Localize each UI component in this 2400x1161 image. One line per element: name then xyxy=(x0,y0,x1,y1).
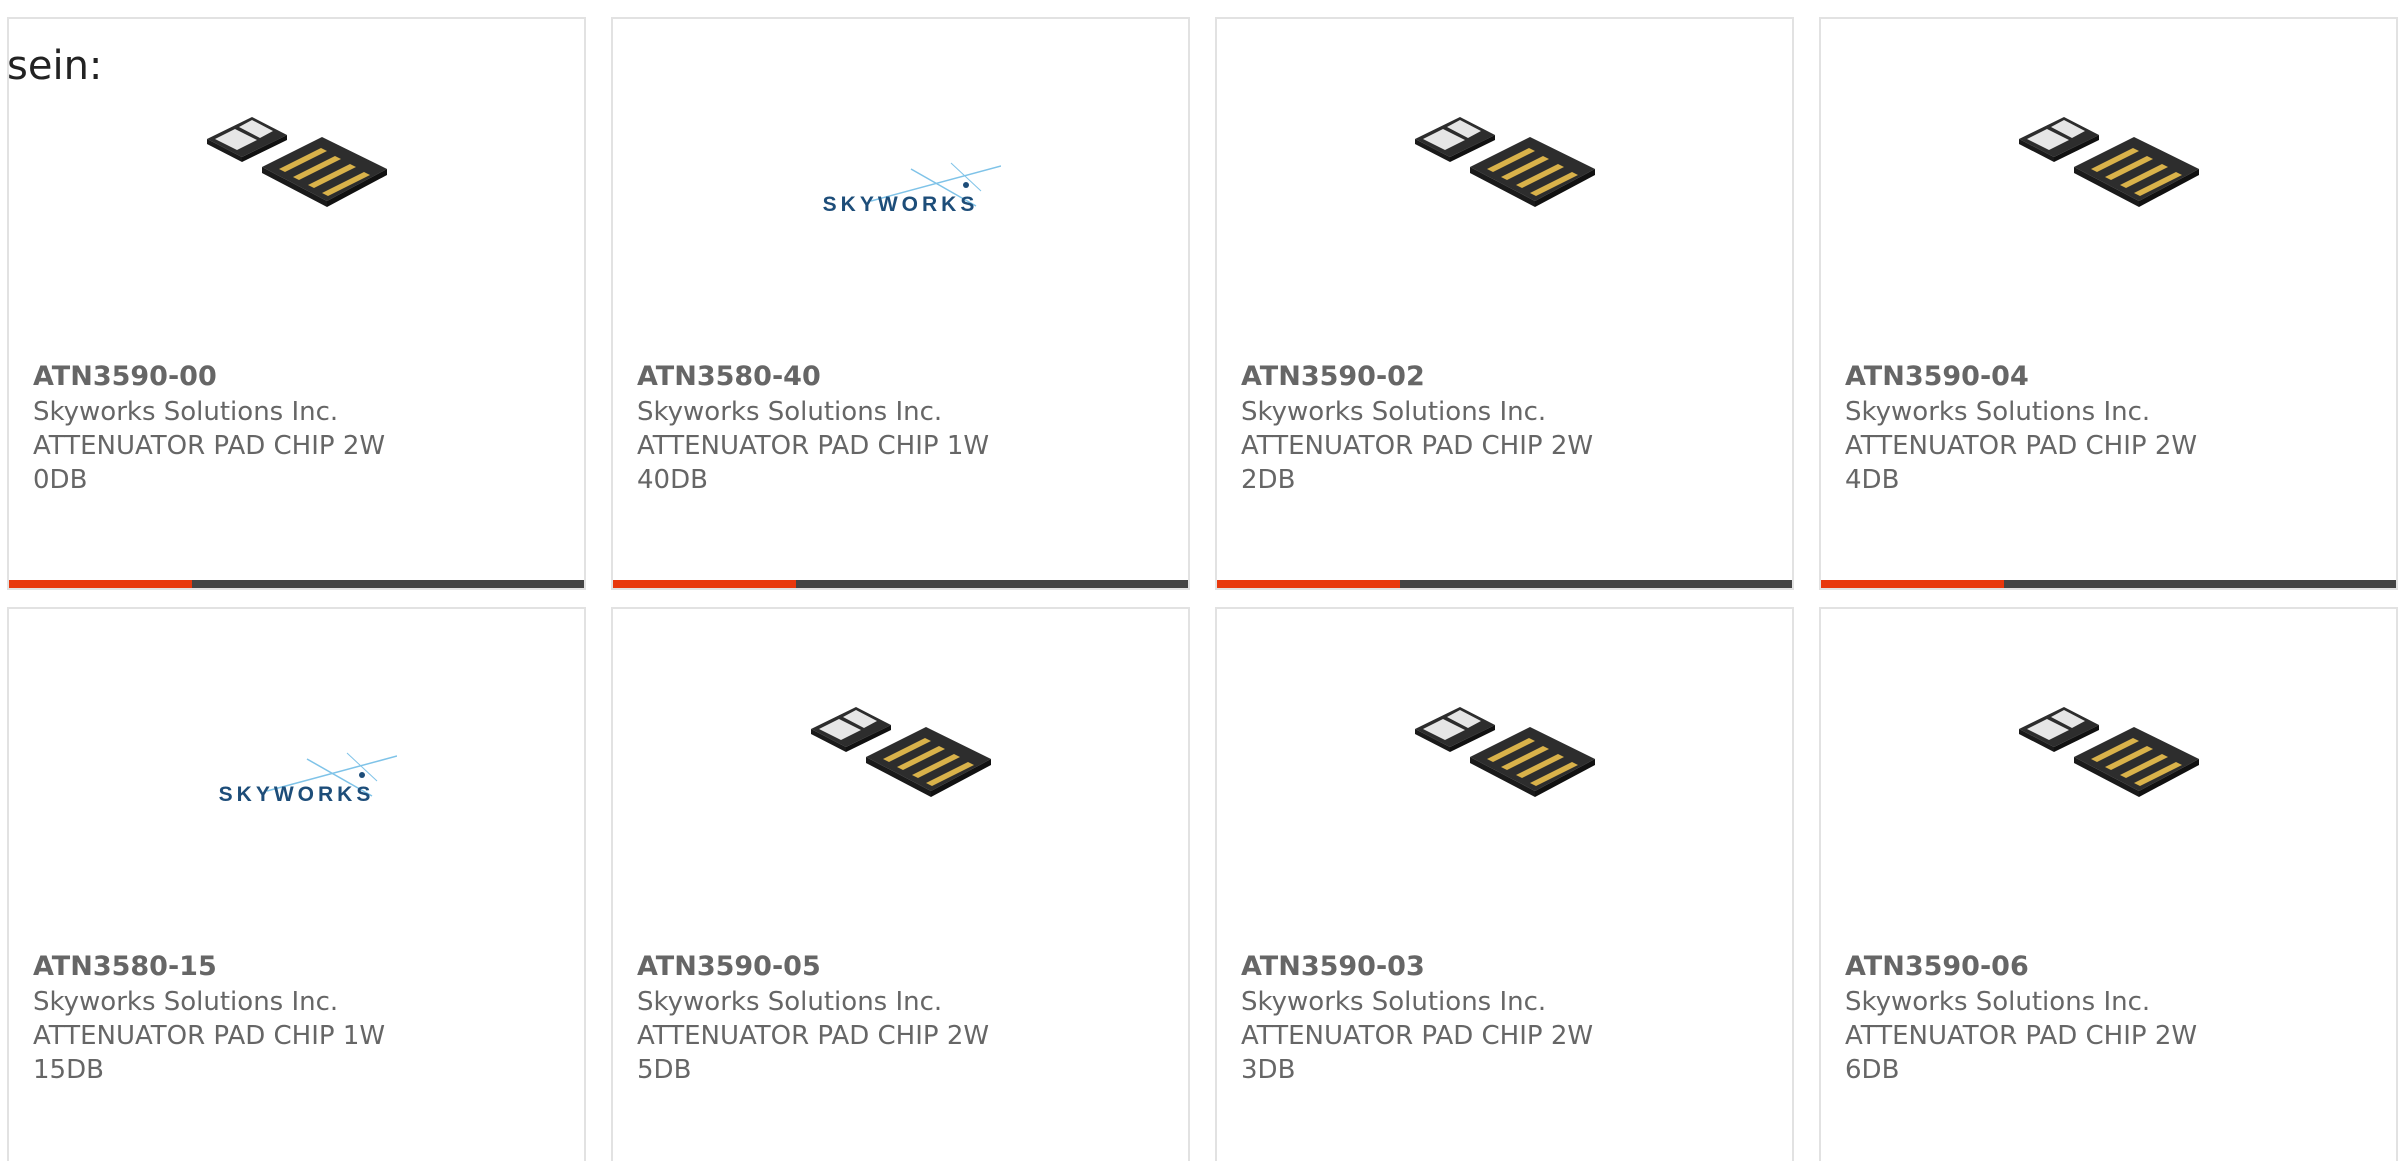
manufacturer: Skyworks Solutions Inc. xyxy=(637,987,943,1017)
part-number[interactable]: ATN3580-15 xyxy=(33,949,433,985)
manufacturer: Skyworks Solutions Inc. xyxy=(1241,397,1547,427)
product-info: ATN3590-05 Skyworks Solutions Inc. ATTEN… xyxy=(637,949,1037,1087)
part-number[interactable]: ATN3590-00 xyxy=(33,359,433,395)
card-accent-bar xyxy=(9,580,584,588)
chip-icon xyxy=(1414,117,1595,207)
product-image[interactable] xyxy=(1821,109,2396,309)
part-number[interactable]: ATN3590-03 xyxy=(1241,949,1641,985)
manufacturer: Skyworks Solutions Inc. xyxy=(33,397,339,427)
product-card[interactable]: ATN3590-03 Skyworks Solutions Inc. ATTEN… xyxy=(1215,607,1794,1161)
description: ATTENUATOR PAD CHIP 2W 3DB xyxy=(1241,1021,1594,1085)
description: ATTENUATOR PAD CHIP 2W 2DB xyxy=(1241,431,1594,495)
card-accent-bar xyxy=(613,580,1188,588)
product-info: ATN3590-06 Skyworks Solutions Inc. ATTEN… xyxy=(1845,949,2245,1087)
product-image[interactable] xyxy=(9,109,584,309)
manufacturer: Skyworks Solutions Inc. xyxy=(1845,397,2151,427)
manufacturer: Skyworks Solutions Inc. xyxy=(33,987,339,1017)
description: ATTENUATOR PAD CHIP 2W 0DB xyxy=(33,431,386,495)
chip-icon xyxy=(206,117,387,207)
intro-text: sein: xyxy=(7,43,103,89)
product-card[interactable]: SKYWORKS ATN3580-40 Skyworks Solutions I… xyxy=(611,17,1190,590)
product-card[interactable]: ATN3590-06 Skyworks Solutions Inc. ATTEN… xyxy=(1819,607,2398,1161)
part-number[interactable]: ATN3580-40 xyxy=(637,359,1037,395)
card-accent-bar xyxy=(1821,580,2396,588)
product-image[interactable] xyxy=(1217,109,1792,309)
product-info: ATN3590-02 Skyworks Solutions Inc. ATTEN… xyxy=(1241,359,1641,497)
product-card[interactable]: ATN3590-02 Skyworks Solutions Inc. ATTEN… xyxy=(1215,17,1794,590)
product-card[interactable]: SKYWORKS ATN3580-15 Skyworks Solutions I… xyxy=(7,607,586,1161)
product-image[interactable] xyxy=(1821,699,2396,899)
card-accent-bar xyxy=(1217,580,1792,588)
description: ATTENUATOR PAD CHIP 2W 5DB xyxy=(637,1021,990,1085)
manufacturer: Skyworks Solutions Inc. xyxy=(1241,987,1547,1017)
part-number[interactable]: ATN3590-06 xyxy=(1845,949,2245,985)
logo-text: SKYWORKS xyxy=(218,783,375,806)
part-number[interactable]: ATN3590-05 xyxy=(637,949,1037,985)
manufacturer: Skyworks Solutions Inc. xyxy=(1845,987,2151,1017)
product-image[interactable]: SKYWORKS xyxy=(613,109,1188,309)
product-info: ATN3590-00 Skyworks Solutions Inc. ATTEN… xyxy=(33,359,433,497)
product-info: ATN3580-40 Skyworks Solutions Inc. ATTEN… xyxy=(637,359,1037,497)
product-info: ATN3590-03 Skyworks Solutions Inc. ATTEN… xyxy=(1241,949,1641,1087)
chip-icon xyxy=(2018,707,2199,797)
manufacturer: Skyworks Solutions Inc. xyxy=(637,397,943,427)
description: ATTENUATOR PAD CHIP 2W 6DB xyxy=(1845,1021,2198,1085)
description: ATTENUATOR PAD CHIP 1W 40DB xyxy=(637,431,990,495)
product-image[interactable] xyxy=(1217,699,1792,899)
part-number[interactable]: ATN3590-02 xyxy=(1241,359,1641,395)
logo-text: SKYWORKS xyxy=(822,193,979,216)
chip-icon xyxy=(1414,707,1595,797)
product-image[interactable]: SKYWORKS xyxy=(9,699,584,899)
description: ATTENUATOR PAD CHIP 1W 15DB xyxy=(33,1021,386,1085)
skyworks-logo: SKYWORKS xyxy=(801,161,1001,235)
skyworks-logo: SKYWORKS xyxy=(197,751,397,825)
product-image[interactable] xyxy=(613,699,1188,899)
product-info: ATN3590-04 Skyworks Solutions Inc. ATTEN… xyxy=(1845,359,2245,497)
part-number[interactable]: ATN3590-04 xyxy=(1845,359,2245,395)
chip-icon xyxy=(810,707,991,797)
product-info: ATN3580-15 Skyworks Solutions Inc. ATTEN… xyxy=(33,949,433,1087)
product-card[interactable]: ATN3590-00 Skyworks Solutions Inc. ATTEN… xyxy=(7,17,586,590)
description: ATTENUATOR PAD CHIP 2W 4DB xyxy=(1845,431,2198,495)
chip-icon xyxy=(2018,117,2199,207)
product-card[interactable]: ATN3590-04 Skyworks Solutions Inc. ATTEN… xyxy=(1819,17,2398,590)
product-card[interactable]: ATN3590-05 Skyworks Solutions Inc. ATTEN… xyxy=(611,607,1190,1161)
product-grid: ATN3590-00 Skyworks Solutions Inc. ATTEN… xyxy=(0,17,2400,1161)
